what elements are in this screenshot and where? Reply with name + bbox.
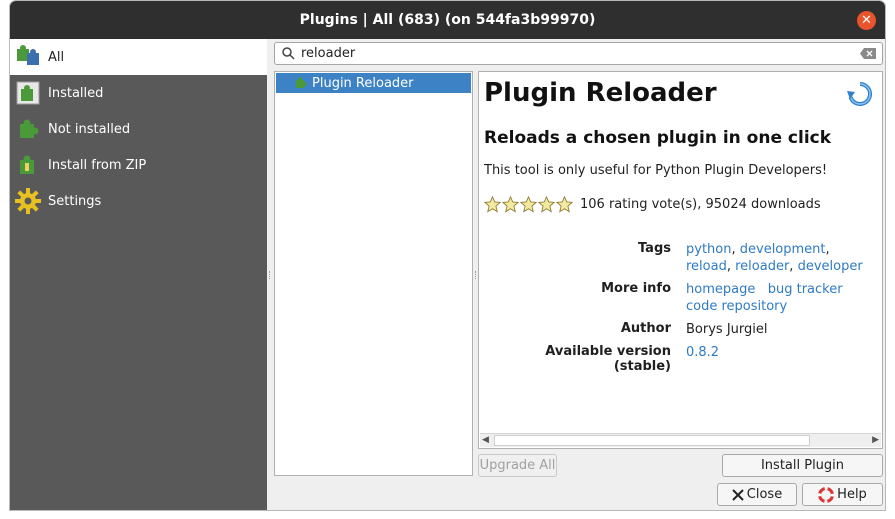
more-info-label: More info [601, 281, 671, 296]
tag-link[interactable]: developer [798, 259, 863, 274]
author-value: Borys Jurgiel [686, 322, 768, 337]
star-icon [556, 196, 573, 213]
star-icon [484, 196, 501, 213]
tags-label: Tags [637, 241, 671, 256]
list-item[interactable]: Plugin Reloader [276, 73, 471, 93]
sidebar: All Installed Not installed Install from… [10, 39, 267, 510]
search-icon [275, 47, 301, 60]
puzzle-installed-icon [14, 79, 42, 107]
puzzle-not-installed-icon [14, 115, 42, 143]
lifebuoy-icon [818, 486, 835, 503]
author-label: Author [620, 321, 671, 336]
window-title: Plugins | All (683) (on 544fa3b99970) [299, 12, 596, 28]
plugin-title: Plugin Reloader [484, 78, 717, 108]
tag-link[interactable]: python [686, 242, 731, 257]
star-icon [538, 196, 555, 213]
sidebar-item-settings[interactable]: Settings [10, 183, 267, 219]
puzzle-plugin-icon [294, 76, 308, 90]
sidebar-item-install-from-zip[interactable]: Install from ZIP [10, 147, 267, 183]
plugin-subtitle: Reloads a chosen plugin in one click [484, 128, 832, 148]
rating: 106 rating vote(s), 95024 downloads [484, 196, 821, 213]
more-info-links: homepage bug tracker code repository [686, 281, 843, 315]
scroll-right-icon[interactable]: ▶ [872, 435, 879, 445]
star-icon [502, 196, 519, 213]
puzzle-zip-icon [14, 151, 42, 179]
clear-search-icon[interactable] [860, 48, 876, 59]
window-close-icon[interactable]: ✕ [857, 11, 876, 30]
install-plugin-button[interactable]: Install Plugin [722, 454, 883, 477]
homepage-link[interactable]: homepage [686, 282, 755, 297]
help-button-label: Help [837, 487, 867, 502]
reload-icon [846, 80, 874, 108]
scrollbar-thumb[interactable] [494, 435, 810, 446]
sidebar-splitter-handle[interactable] [269, 271, 271, 279]
horizontal-scrollbar[interactable]: ◀ ▶ [480, 433, 881, 447]
plugin-details: Plugin Reloader Reloads a chosen plugin … [478, 71, 883, 449]
sidebar-item-label: Settings [48, 193, 102, 209]
close-button-label: Close [746, 487, 783, 502]
star-icon [520, 196, 537, 213]
sidebar-item-label: Installed [48, 85, 104, 101]
sidebar-item-label: Install from ZIP [48, 157, 147, 173]
plugins-dialog: Plugins | All (683) (on 544fa3b99970) ✕ … [9, 0, 886, 511]
plugin-list: Plugin Reloader [274, 71, 473, 476]
sidebar-item-all[interactable]: All [10, 39, 267, 75]
tag-link[interactable]: reload [686, 259, 727, 274]
upgrade-all-button[interactable]: Upgrade All [478, 454, 557, 477]
version-label: Available version (stable) [545, 344, 671, 374]
sidebar-item-label: Not installed [48, 121, 131, 137]
list-item-label: Plugin Reloader [312, 75, 414, 91]
help-button[interactable]: Help [802, 483, 883, 506]
close-icon [732, 488, 744, 501]
sidebar-item-not-installed[interactable]: Not installed [10, 111, 267, 147]
sidebar-item-label: All [48, 49, 65, 65]
tags-list: python, development, reload, reloader, d… [686, 242, 863, 274]
gear-icon [14, 187, 42, 215]
bug-tracker-link[interactable]: bug tracker [768, 282, 843, 297]
close-button[interactable]: Close [717, 483, 797, 506]
rating-text: 106 rating vote(s), 95024 downloads [580, 197, 821, 212]
tag-link[interactable]: development [740, 242, 826, 257]
version-value[interactable]: 0.8.2 [686, 344, 719, 361]
search-input[interactable]: reloader [301, 46, 860, 61]
sidebar-item-installed[interactable]: Installed [10, 75, 267, 111]
list-splitter-handle[interactable] [475, 271, 477, 279]
scroll-left-icon[interactable]: ◀ [482, 435, 489, 445]
code-repository-link[interactable]: code repository [686, 299, 787, 314]
plugin-description: This tool is only useful for Python Plug… [484, 163, 828, 178]
title-bar: Plugins | All (683) (on 544fa3b99970) ✕ [10, 1, 885, 39]
puzzle-all-icon [14, 43, 42, 71]
tag-link[interactable]: reloader [735, 259, 789, 274]
search-field[interactable]: reloader [274, 42, 883, 65]
